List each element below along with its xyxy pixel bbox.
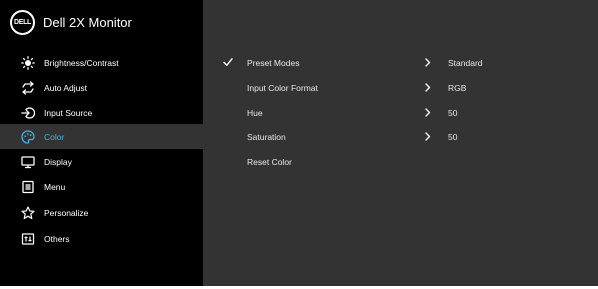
chevron-right-icon [425,132,431,141]
menu-icon [21,180,35,194]
row-input-color-format[interactable]: Input Color Format RGB [203,75,598,100]
row-saturation[interactable]: Saturation 50 [203,124,598,149]
sidebar-item-label: Personalize [44,207,89,218]
sidebar-item-color[interactable]: Color [0,124,203,149]
row-reset-color[interactable]: Reset Color [203,149,598,174]
sidebar-item-label: Display [44,156,72,167]
chevron-right-icon [425,83,431,92]
auto-adjust-icon [21,80,35,95]
osd-window: DELL Dell 2X Monitor Brightness/Contrast… [0,0,598,286]
sidebar-item-personalize[interactable]: Personalize [0,200,203,225]
sidebar-item-label: Auto Adjust [44,82,88,93]
sidebar-item-menu[interactable]: Menu [0,174,203,199]
sidebar-item-auto-adjust[interactable]: Auto Adjust [0,75,203,100]
dell-logo: DELL [10,9,35,35]
sidebar-item-display[interactable]: Display [0,149,203,174]
sidebar-item-brightness-contrast[interactable]: Brightness/Contrast [0,50,203,75]
row-label: Reset Color [247,156,292,167]
row-label: Hue [247,107,263,118]
sidebar: DELL Dell 2X Monitor Brightness/Contrast… [0,0,203,286]
sidebar-item-label: Color [44,131,65,142]
star-icon [21,205,35,220]
row-value: RGB [448,82,467,93]
row-hue[interactable]: Hue 50 [203,100,598,125]
sidebar-item-label: Others [44,233,70,244]
display-icon [21,155,35,169]
row-value: 50 [448,107,458,118]
input-source-icon [21,106,35,120]
sidebar-item-label: Brightness/Contrast [44,57,119,68]
row-label: Input Color Format [247,82,318,93]
check-icon [223,58,233,66]
sidebar-item-label: Menu [44,181,66,192]
monitor-title: Dell 2X Monitor [43,14,132,30]
row-label: Saturation [247,131,286,142]
sidebar-item-label: Input Source [44,107,93,118]
brand-header: DELL Dell 2X Monitor [10,8,132,36]
row-label: Preset Modes [247,57,300,68]
row-value: 50 [448,131,458,142]
chevron-right-icon [425,108,431,117]
color-palette-icon [21,129,35,144]
row-preset-modes[interactable]: Preset Modes Standard [203,50,598,75]
row-value: Standard [448,57,483,68]
chevron-right-icon [425,58,431,67]
brightness-icon [21,55,35,70]
sidebar-item-others[interactable]: Others [0,226,203,251]
others-icon [21,232,35,246]
sidebar-item-input-source[interactable]: Input Source [0,100,203,125]
